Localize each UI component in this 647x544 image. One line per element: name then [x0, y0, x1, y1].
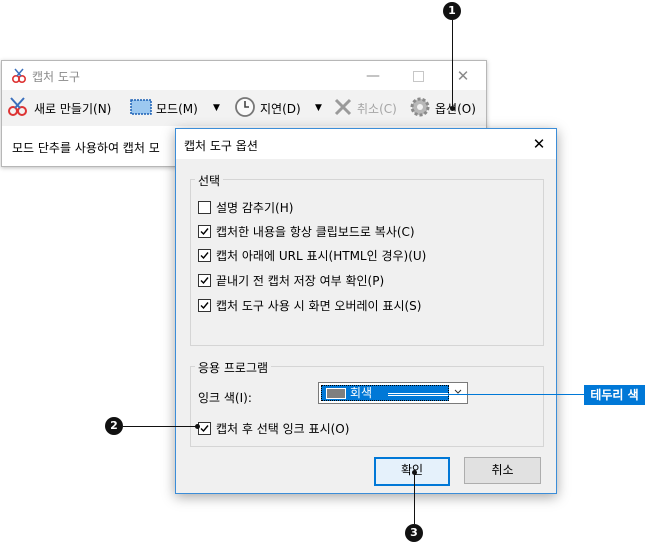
toolbar: 새로 만들기(N) 모드(M) ▼ 지연(D) ▼ 취소(C) 옵션(O) — [2, 90, 486, 126]
ink-color-swatch — [326, 388, 346, 399]
mode-label: 모드(M) — [156, 101, 198, 116]
maximize-icon — [413, 71, 424, 82]
cancel-snip-label: 취소(C) — [357, 101, 397, 116]
mode-button[interactable]: 모드(M) — [130, 90, 198, 126]
show-ink-label: 캡처 후 선택 잉크 표시(O) — [216, 422, 350, 436]
options-label: 옵션(O) — [435, 101, 476, 116]
callout-marker-1: 1 — [443, 2, 461, 20]
minimize-button[interactable]: — — [358, 65, 388, 87]
title-bar: 캡처 도구 — ✕ — [2, 61, 486, 90]
new-snip-button[interactable]: 새로 만들기(N) — [6, 90, 111, 126]
copy-to-clipboard-checkbox[interactable]: 캡처한 내용을 항상 클립보드로 복사(C) — [198, 223, 415, 240]
rectangle-snip-icon — [130, 98, 152, 119]
show-url-label: 캡처 아래에 URL 표시(HTML인 경우)(U) — [216, 249, 427, 263]
delay-button[interactable]: 지연(D) — [234, 90, 301, 126]
ink-color-value: 회색 — [350, 386, 373, 400]
callout-dot-2 — [195, 424, 200, 429]
callout-line-2 — [123, 426, 197, 427]
gear-icon — [409, 96, 431, 121]
options-button[interactable]: 옵션(O) — [409, 90, 476, 126]
prompt-save-label: 끝내기 전 캡처 저장 여부 확인(P) — [216, 274, 385, 288]
scissors-icon — [6, 96, 30, 121]
hide-instructions-checkbox[interactable]: 설명 감추기(H) — [198, 199, 293, 216]
cancel-x-icon — [333, 97, 353, 120]
chevron-down-icon — [453, 386, 463, 398]
dialog-close-button[interactable]: ✕ — [527, 133, 551, 155]
snipping-tool-app-icon — [10, 67, 28, 85]
clock-icon — [234, 96, 256, 121]
dialog-title-bar: 캡처 도구 옵션 ✕ — [176, 129, 556, 159]
checkbox-unchecked — [198, 201, 211, 214]
cancel-snip-button[interactable]: 취소(C) — [333, 90, 397, 126]
delay-label: 지연(D) — [260, 101, 301, 116]
checkbox-checked — [198, 299, 211, 312]
copy-to-clipboard-label: 캡처한 내용을 항상 클립보드로 복사(C) — [216, 225, 415, 239]
callout-line-1 — [452, 20, 453, 108]
callout-dot-1 — [450, 106, 455, 111]
show-overlay-checkbox[interactable]: 캡처 도구 사용 시 화면 오버레이 표시(S) — [198, 297, 421, 314]
mode-dropdown-arrow-icon[interactable]: ▼ — [213, 90, 220, 126]
show-overlay-label: 캡처 도구 사용 시 화면 오버레이 표시(S) — [216, 299, 422, 313]
checkbox-checked — [198, 422, 211, 435]
checkbox-checked — [198, 249, 211, 262]
application-group-label: 응용 프로그램 — [195, 359, 272, 376]
delay-dropdown-arrow-icon[interactable]: ▼ — [315, 90, 322, 126]
checkbox-checked — [198, 225, 211, 238]
show-ink-checkbox[interactable]: 캡처 후 선택 잉크 표시(O) — [198, 420, 349, 437]
hide-instructions-label: 설명 감추기(H) — [216, 201, 294, 215]
callout-line-3 — [414, 472, 415, 524]
checkbox-checked — [198, 274, 211, 287]
callout-line-border-color — [388, 394, 584, 395]
status-text: 모드 단추를 사용하여 캡처 모 — [12, 141, 160, 155]
dialog-title: 캡처 도구 옵션 — [184, 139, 258, 153]
maximize-button[interactable] — [403, 65, 433, 87]
border-color-callout-label: 테두리 색 — [584, 385, 645, 405]
new-snip-label: 새로 만들기(N) — [34, 101, 112, 116]
show-url-checkbox[interactable]: 캡처 아래에 URL 표시(HTML인 경우)(U) — [198, 247, 426, 264]
window-title: 캡처 도구 — [32, 70, 80, 84]
prompt-save-checkbox[interactable]: 끝내기 전 캡처 저장 여부 확인(P) — [198, 272, 384, 289]
callout-marker-2: 2 — [105, 417, 123, 435]
options-dialog: 캡처 도구 옵션 ✕ 선택 설명 감추기(H) 캡처한 내용을 항상 클립보드로… — [175, 128, 557, 494]
callout-dot-3 — [412, 470, 417, 475]
cancel-button[interactable]: 취소 — [464, 457, 541, 484]
callout-marker-3: 3 — [405, 524, 423, 542]
selection-group-label: 선택 — [195, 172, 224, 189]
ink-color-label: 잉크 색(I): — [198, 391, 252, 405]
